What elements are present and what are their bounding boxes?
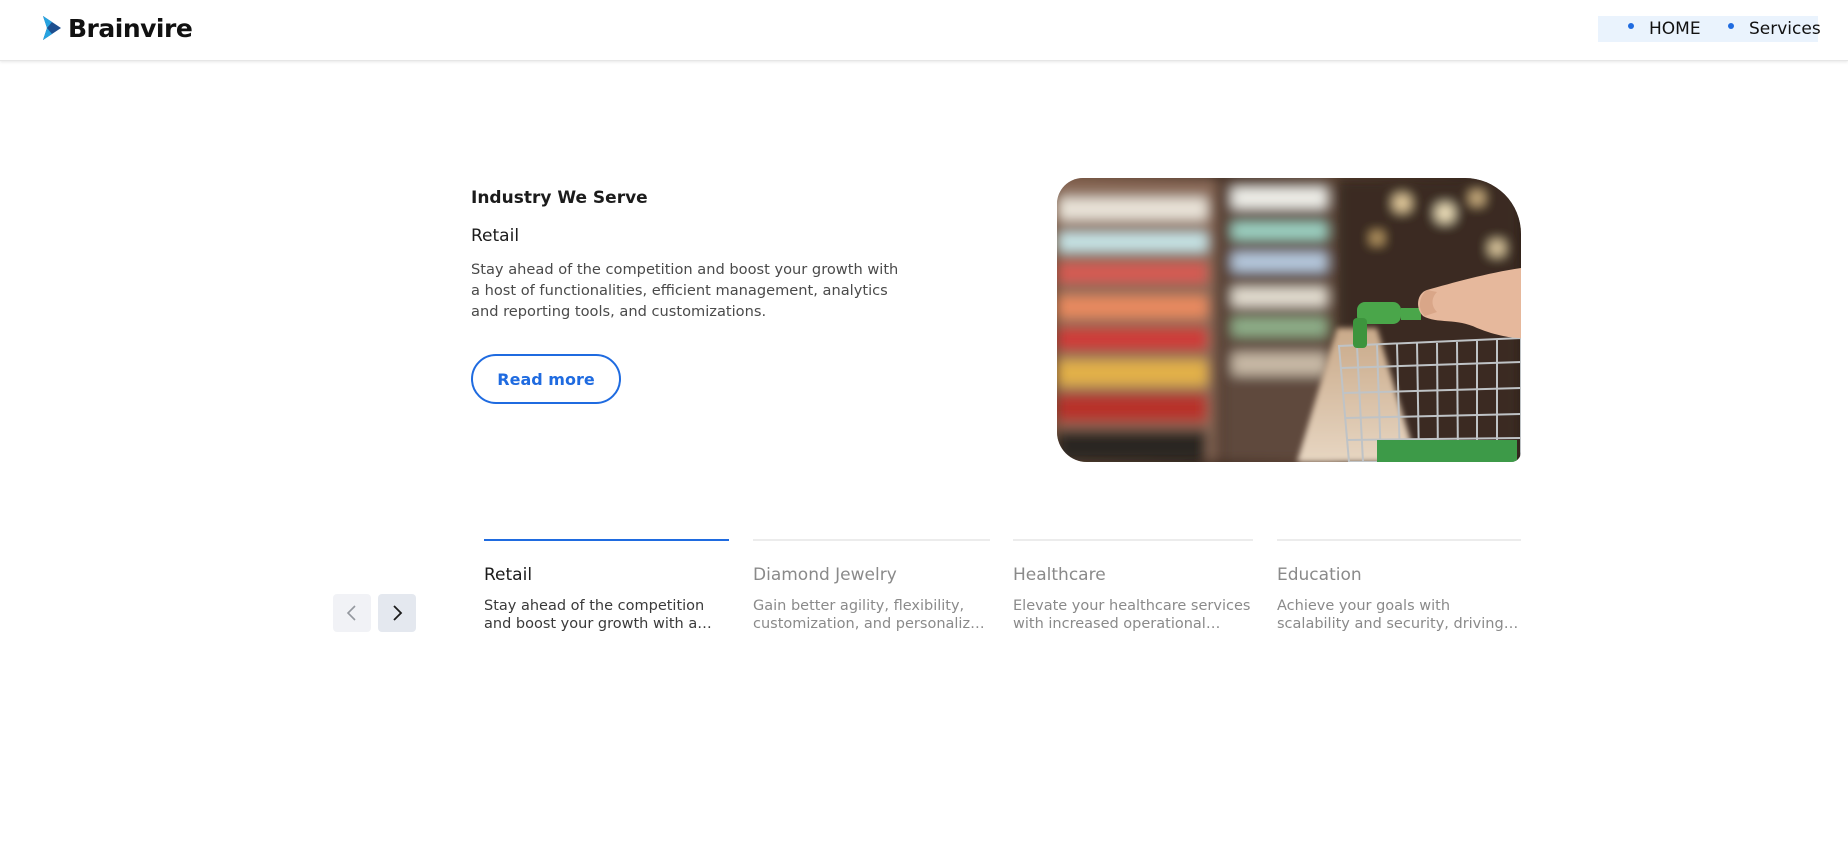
- brand-logo[interactable]: Brainvire: [42, 12, 193, 44]
- bullet-icon: [1728, 23, 1734, 29]
- tab-healthcare[interactable]: Healthcare Elevate your healthcare servi…: [1013, 539, 1253, 633]
- bullet-icon: [1628, 23, 1634, 29]
- nav-item-home[interactable]: HOME: [1649, 16, 1701, 42]
- tab-description: Achieve your goals with scalability and …: [1277, 598, 1504, 632]
- brand-name: Brainvire: [68, 13, 193, 43]
- industry-description: Stay ahead of the competition and boost …: [471, 261, 899, 320]
- carousel-prev-button[interactable]: [333, 594, 371, 632]
- nav-item-services[interactable]: Services: [1749, 16, 1821, 42]
- tab-education[interactable]: Education Achieve your goals with scalab…: [1277, 539, 1521, 633]
- tab-description: Stay ahead of the competition and boost …: [484, 597, 705, 632]
- supermarket-cart-image: [1057, 178, 1521, 462]
- tab-title: Education: [1277, 565, 1362, 585]
- main-nav: HOME Services: [1598, 16, 1821, 42]
- tab-indicator: [1277, 539, 1521, 541]
- brainvire-logo-icon: [43, 16, 61, 40]
- carousel-next-button[interactable]: [378, 594, 416, 632]
- tab-title: Healthcare: [1013, 565, 1106, 585]
- chevron-left-icon: [346, 605, 356, 621]
- tab-title: Retail: [484, 564, 533, 585]
- tab-description: Elevate your healthcare services with in…: [1013, 598, 1251, 632]
- tab-indicator: [484, 539, 729, 541]
- tab-description: Gain better agility, flexibility, custom…: [753, 598, 989, 632]
- tab-diamond-jewelry[interactable]: Diamond Jewelry Gain better agility, fle…: [753, 539, 990, 633]
- site-header: Brainvire HOME Services: [0, 0, 1848, 61]
- retail-image: [1057, 178, 1521, 462]
- tab-indicator: [753, 539, 990, 541]
- tab-title: Diamond Jewelry: [753, 565, 897, 585]
- industry-title: Retail: [471, 226, 520, 246]
- tab-indicator: [1013, 539, 1253, 541]
- tab-retail[interactable]: Retail Stay ahead of the competition and…: [484, 539, 729, 633]
- section-eyebrow: Industry We Serve: [471, 188, 648, 208]
- chevron-right-icon: [393, 605, 403, 621]
- read-more-button[interactable]: Read more: [471, 354, 621, 404]
